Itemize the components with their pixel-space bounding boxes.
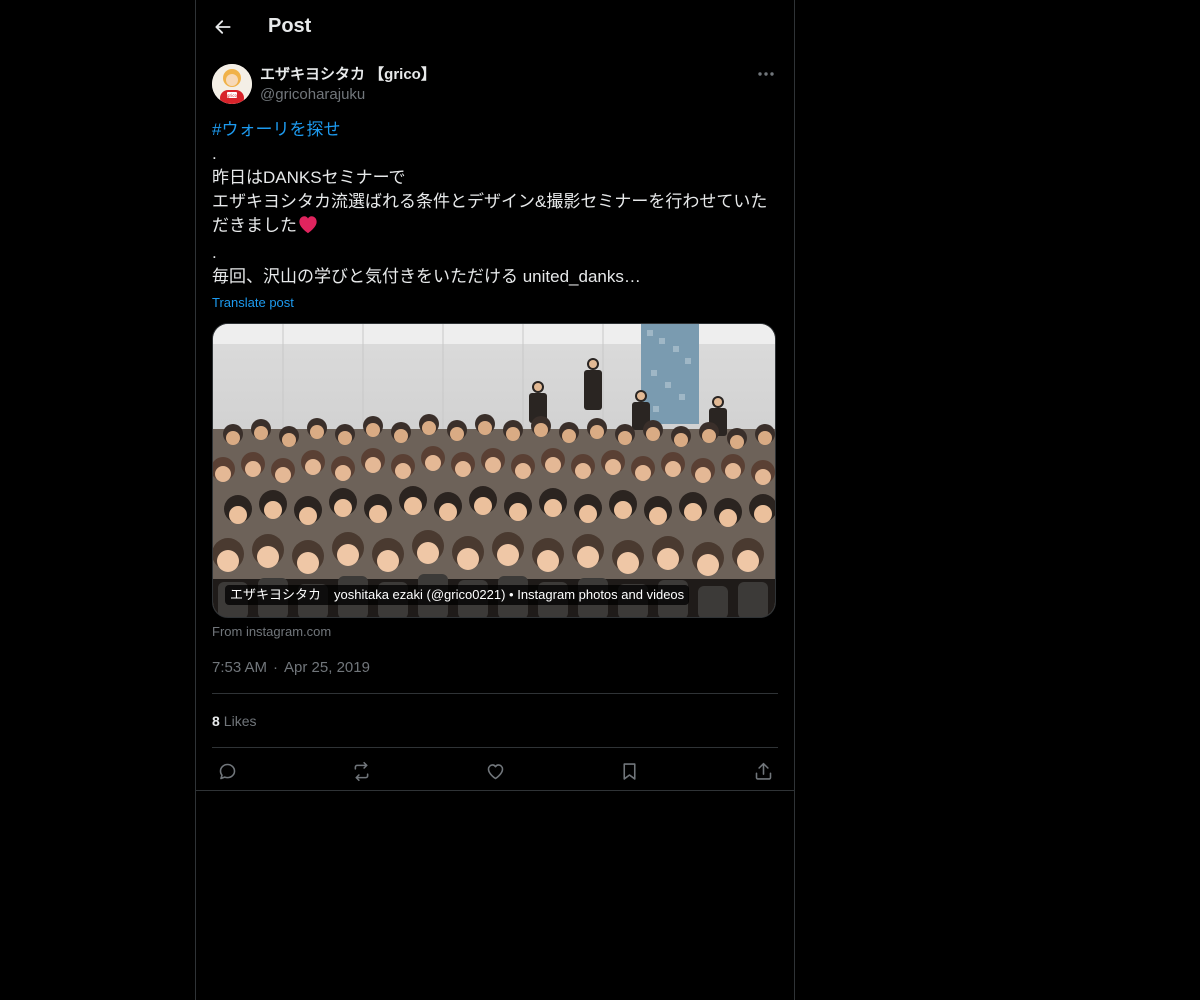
bookmark-icon — [622, 763, 636, 780]
repost-button[interactable] — [350, 761, 372, 783]
avatar-illustration: grico — [212, 64, 252, 104]
post-text-line-5: 毎回、沢山の学びと気付きをいただける united_danks… — [212, 267, 641, 286]
post-text-line-1: . — [212, 144, 217, 163]
author-info: エザキヨシタカ 【grico】 @gricoharajuku — [260, 65, 436, 105]
avatar[interactable]: grico — [212, 64, 252, 104]
page-header: Post — [196, 0, 794, 53]
card-caption: エザキヨシタカ yoshitaka ezaki (@grico0221) • I… — [225, 585, 690, 605]
reply-icon — [219, 763, 235, 780]
post-text-line-4: . — [212, 243, 217, 262]
share-icon — [755, 762, 771, 780]
red-heart-emoji-icon — [297, 214, 319, 241]
likes-row[interactable]: 8 Likes — [212, 694, 778, 748]
page-title: Post — [268, 15, 312, 37]
card-source[interactable]: From instagram.com — [212, 624, 778, 640]
card-image-group-photo — [213, 324, 775, 617]
more-horizontal-icon — [758, 72, 774, 76]
post-text-line-3: エザキヨシタカ流選ばれる条件とデザイン&撮影セミナーを行わせていただきました — [212, 192, 768, 235]
avatar-text: grico — [227, 93, 237, 98]
repost-icon — [354, 761, 368, 782]
post-actions — [212, 748, 778, 795]
meta-separator: · — [273, 659, 279, 676]
author-display-name[interactable]: エザキヨシタカ 【grico】 — [260, 65, 436, 85]
reply-button[interactable] — [216, 761, 238, 783]
arrow-left-icon — [215, 19, 231, 34]
post-author-row: grico エザキヨシタカ 【grico】 @gricoharajuku — [212, 64, 778, 105]
author-handle[interactable]: @gricoharajuku — [260, 85, 436, 105]
post-text-line-2: 昨日はDANKSセミナーで — [212, 168, 406, 187]
back-button[interactable] — [205, 9, 241, 45]
likes-count: 8 — [212, 712, 220, 729]
post-timestamp: 7:53 AM · Apr 25, 2019 — [212, 658, 778, 694]
translate-post-link[interactable]: Translate post — [212, 295, 778, 311]
post-time[interactable]: 7:53 AM — [212, 659, 267, 676]
link-card[interactable]: エザキヨシタカ yoshitaka ezaki (@grico0221) • I… — [212, 323, 776, 618]
like-button[interactable] — [484, 761, 506, 783]
heart-icon — [487, 764, 503, 780]
hashtag-link[interactable]: #ウォーリを探せ — [212, 120, 340, 139]
post-date[interactable]: Apr 25, 2019 — [284, 659, 370, 676]
post-column: Post grico エザキヨシタカ 【grico】 @gricoharajuk… — [195, 0, 795, 1000]
likes-label[interactable]: Likes — [224, 713, 257, 729]
post: grico エザキヨシタカ 【grico】 @gricoharajuku #ウォ… — [196, 64, 794, 795]
post-divider — [196, 790, 794, 791]
bookmark-button[interactable] — [618, 761, 640, 783]
more-button[interactable] — [754, 64, 778, 84]
share-button[interactable] — [752, 761, 774, 783]
post-text: #ウォーリを探せ . 昨日はDANKSセミナーで エザキヨシタカ流選ばれる条件と… — [212, 118, 778, 289]
